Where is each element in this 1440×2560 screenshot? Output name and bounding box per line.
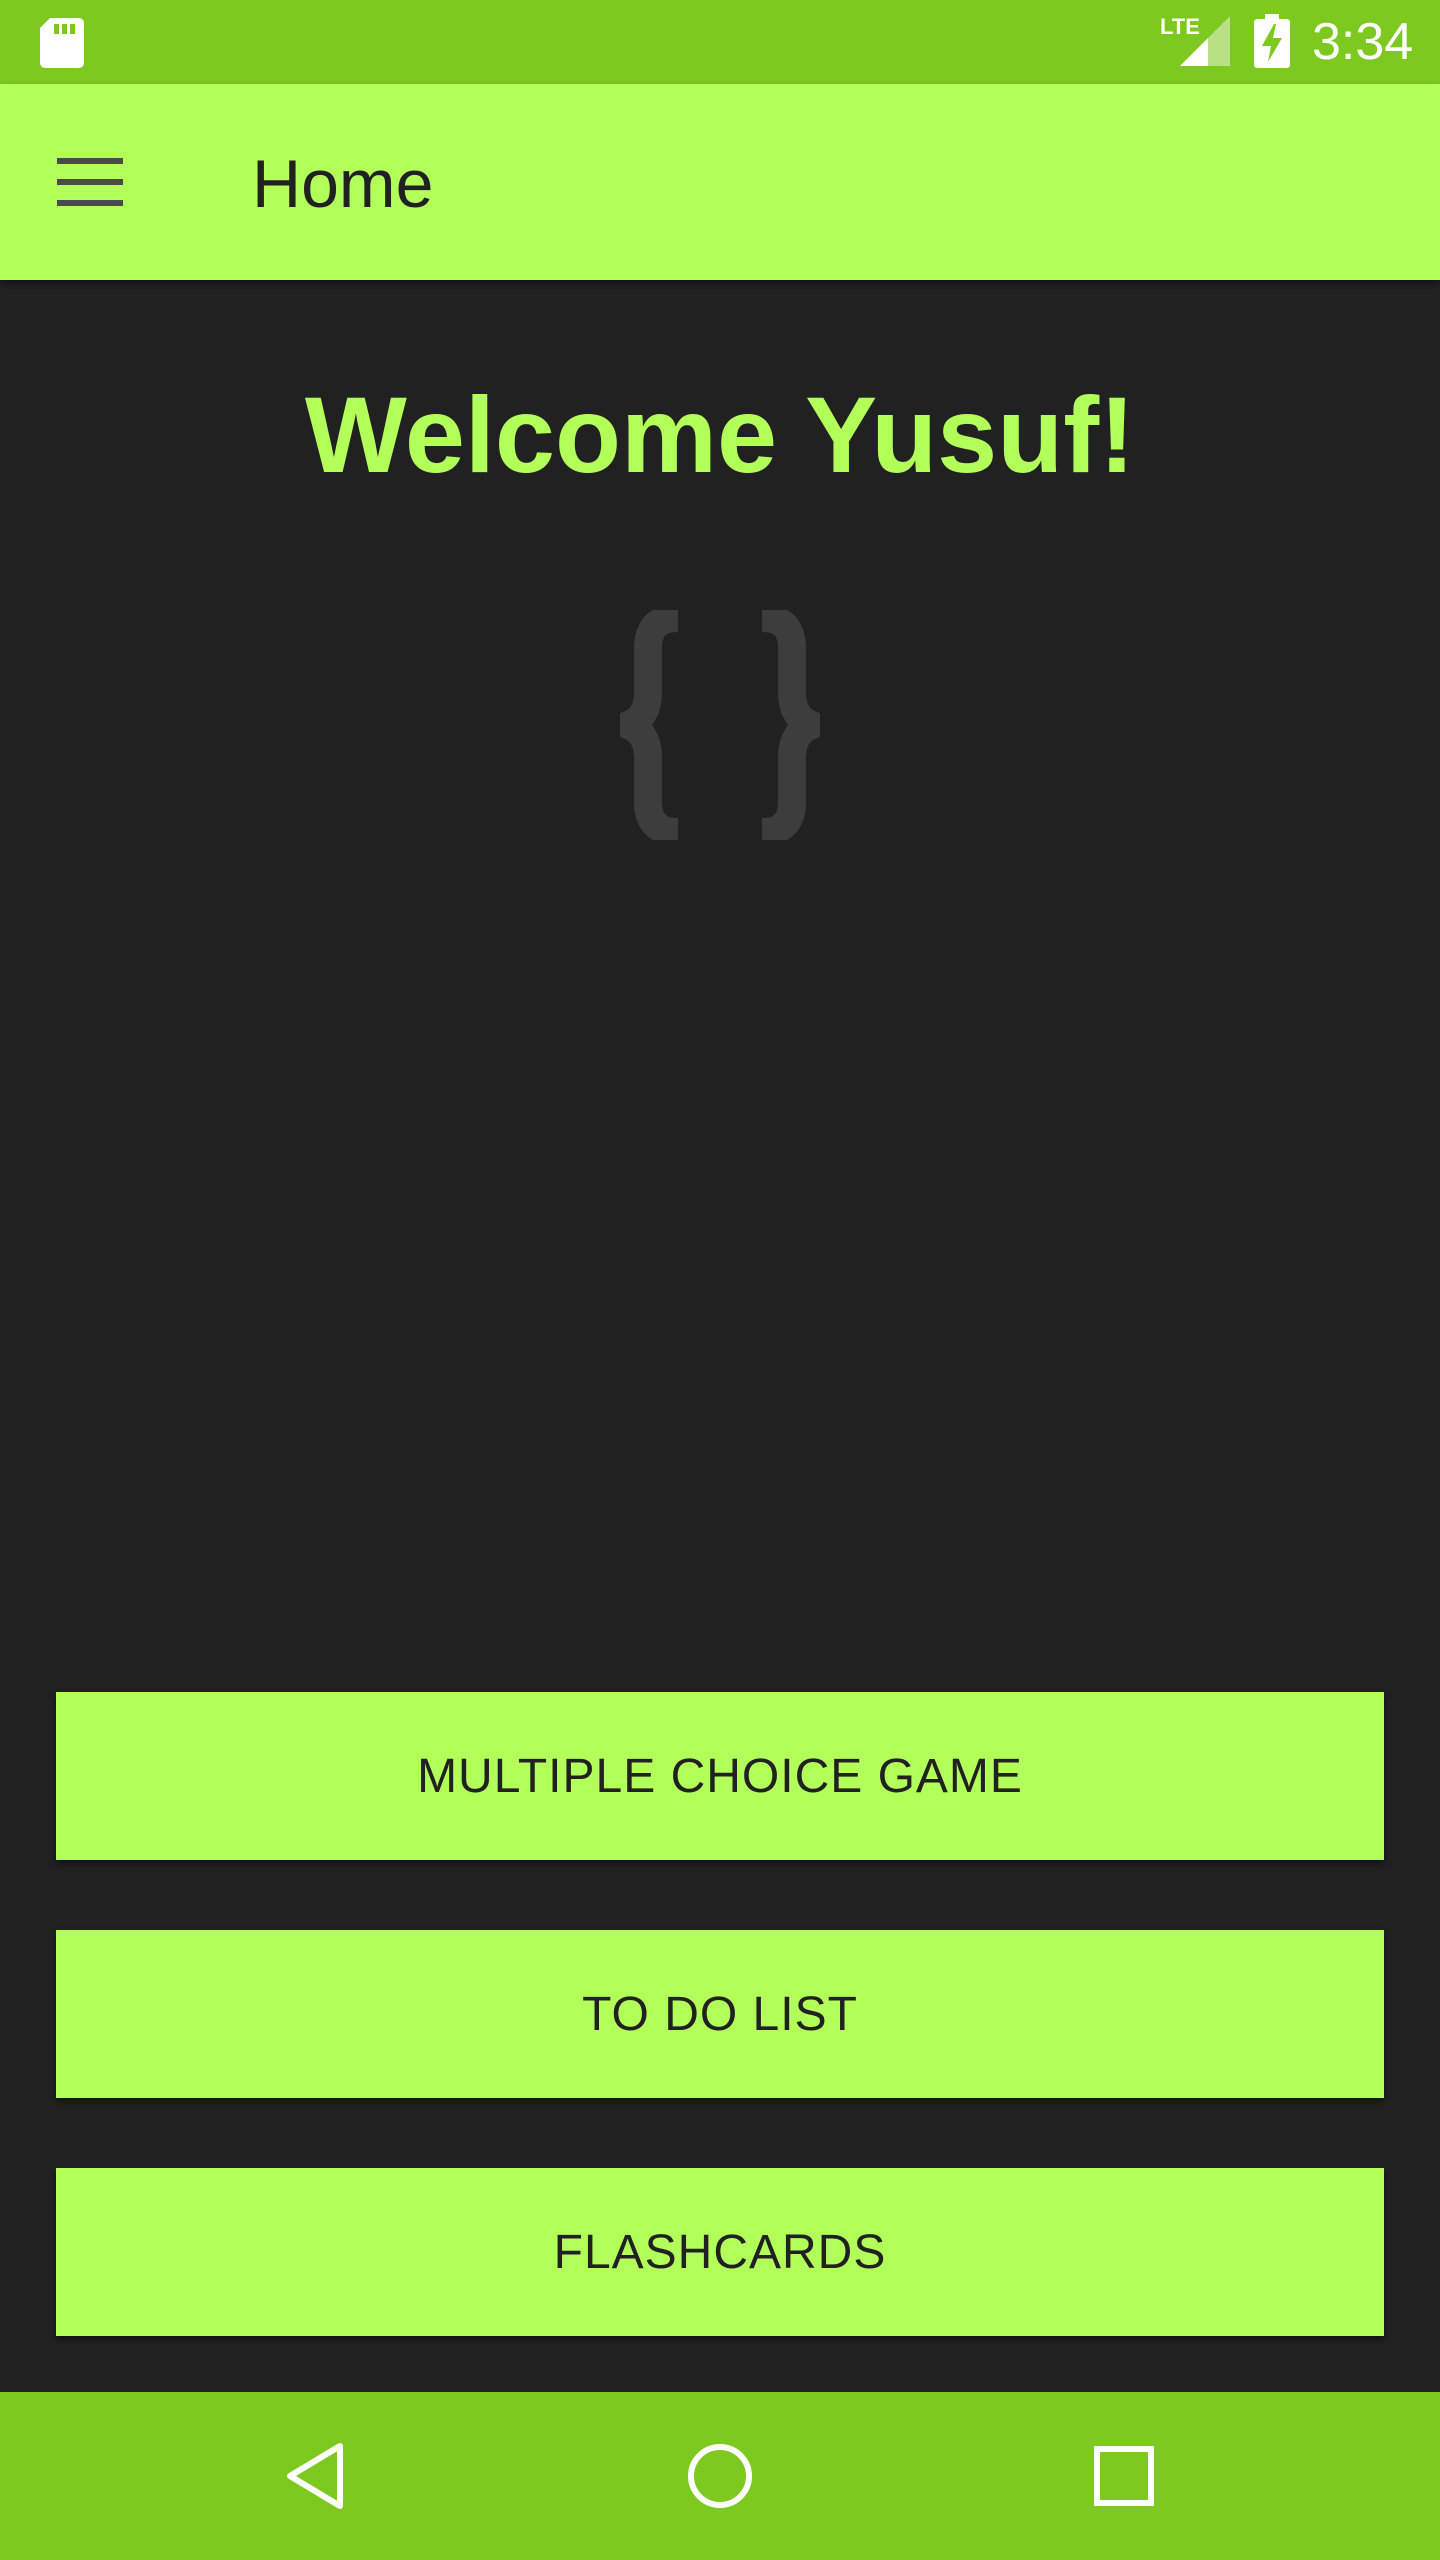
recents-button[interactable] — [1074, 2426, 1174, 2526]
home-icon — [688, 2444, 752, 2508]
flashcards-button[interactable]: FLASHCARDS — [56, 2168, 1384, 2336]
menu-button[interactable] — [40, 132, 140, 232]
hamburger-menu-icon — [57, 158, 123, 206]
welcome-heading: Welcome Yusuf! — [304, 374, 1136, 495]
multiple-choice-game-button[interactable]: MULTIPLE CHOICE GAME — [56, 1692, 1384, 1860]
recents-icon — [1094, 2446, 1154, 2506]
battery-charging-icon — [1254, 14, 1290, 68]
app-bar: Home — [0, 84, 1440, 280]
back-button[interactable] — [266, 2426, 366, 2526]
curly-braces-icon — [620, 610, 820, 840]
status-bar: LTE 3:34 — [0, 0, 1440, 84]
status-time: 3:34 — [1312, 13, 1414, 71]
lte-signal-icon: LTE — [1160, 14, 1230, 66]
navigation-bar — [0, 2392, 1440, 2560]
lte-label: LTE — [1160, 14, 1200, 39]
to-do-list-button[interactable]: TO DO LIST — [56, 1930, 1384, 2098]
back-icon — [287, 2443, 343, 2509]
page-title: Home — [252, 146, 434, 222]
home-button[interactable] — [670, 2426, 770, 2526]
sd-card-icon — [40, 18, 84, 68]
